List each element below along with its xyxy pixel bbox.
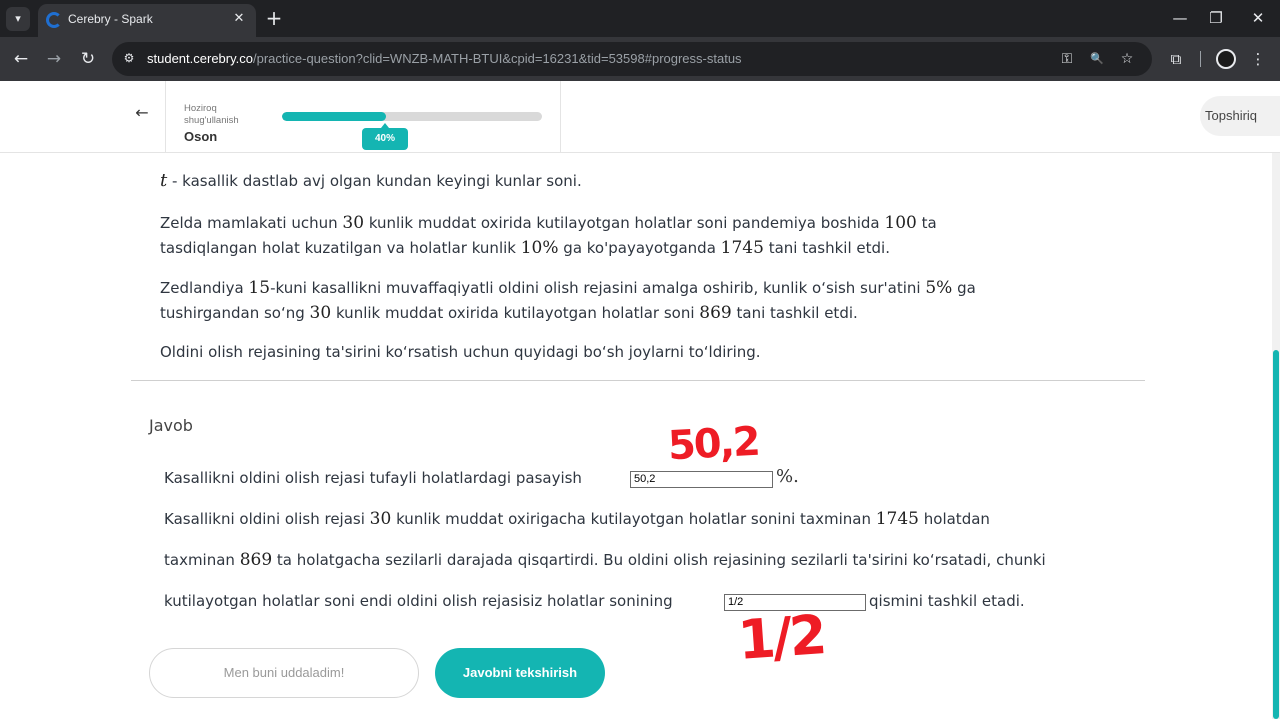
answer-line-4-end: qismini tashkil etadi. xyxy=(869,592,1025,610)
back-icon[interactable]: ← xyxy=(8,46,34,72)
percent-sign: %. xyxy=(776,466,799,487)
p1-num-100: 100 xyxy=(884,213,917,233)
tab-search-menu-icon[interactable]: ▾ xyxy=(6,7,30,31)
p1-text-f: tani tashkil etdi. xyxy=(763,239,890,257)
tab-close-icon[interactable]: ✕ xyxy=(230,10,248,28)
bookmark-star-icon[interactable]: ☆ xyxy=(1118,50,1136,68)
restore-icon[interactable]: ❐ xyxy=(1196,5,1236,31)
toolbar-separator xyxy=(1200,51,1201,67)
minimize-icon[interactable]: — xyxy=(1160,5,1200,31)
check-answer-button[interactable]: Javobni tekshirish xyxy=(435,648,605,698)
address-bar[interactable]: ⚙ student.cerebry.co/practice-question?c… xyxy=(112,42,1152,76)
browser-tab[interactable]: Cerebry - Spark ✕ xyxy=(38,4,256,37)
p2-num-30: 30 xyxy=(309,303,332,323)
profile-avatar[interactable] xyxy=(1216,49,1236,69)
question-content: t - kasallik dastlab avj olgan kundan ke… xyxy=(0,153,1272,719)
l2-text-b: kunlik muddat oxirigacha kutilayotgan ho… xyxy=(391,510,876,528)
answer-line-4: kutilayotgan holatlar soni endi oldini o… xyxy=(164,592,673,610)
p1-text-d: tasdiqlangan holat kuzatilgan va holatla… xyxy=(160,239,521,257)
url-text[interactable]: student.cerebry.co/practice-question?cli… xyxy=(147,51,742,66)
p2-num-15: 15 xyxy=(248,278,271,298)
answer-line-1: Kasallikni oldini olish rejasi tufayli h… xyxy=(164,469,582,487)
l2-text-a: Kasallikni oldini olish rejasi xyxy=(164,510,370,528)
l3-num-869: 869 xyxy=(239,550,273,570)
new-tab-icon[interactable]: + xyxy=(262,6,286,30)
progress-fill xyxy=(282,112,386,121)
answer-line-3: taxminan 869 ta holatgacha sezilarli dar… xyxy=(164,550,1046,570)
progress-label-line1: Hoziroq xyxy=(184,103,217,114)
browser-toolbar: ← → ↻ ⚙ student.cerebry.co/practice-ques… xyxy=(0,37,1280,81)
p1-text-e: ga ko'payayotganda xyxy=(558,239,721,257)
reduction-percent-input[interactable]: 50,2 xyxy=(630,471,773,488)
back-panel: ← xyxy=(0,81,166,153)
p2-text-a: Zedlandiya xyxy=(160,279,249,297)
favicon-icon xyxy=(46,12,62,28)
browser-tab-strip: ▾ Cerebry - Spark ✕ + — ❐ ✕ xyxy=(0,0,1280,37)
problem-paragraph-1: Zelda mamlakati uchun 30 kunlik muddat o… xyxy=(160,211,937,261)
problem-definition-t: t - kasallik dastlab avj olgan kundan ke… xyxy=(160,168,582,194)
handwritten-answer-2: 1/2 xyxy=(735,603,826,672)
p2-num-5pct: 5% xyxy=(925,278,953,298)
problem-instruction: Oldini olish rejasining ta'sirini ko‘rsa… xyxy=(160,343,761,361)
url-host: student.cerebry.co xyxy=(147,51,253,66)
zoom-icon[interactable]: 🔍 xyxy=(1088,50,1106,68)
l2-num-1745: 1745 xyxy=(875,509,919,529)
l2-text-c: holatdan xyxy=(919,510,990,528)
site-info-icon[interactable]: ⚙ xyxy=(121,50,137,66)
page-scrollbar[interactable] xyxy=(1272,153,1280,719)
p1-num-30: 30 xyxy=(342,213,365,233)
scrollbar-thumb[interactable] xyxy=(1273,350,1279,719)
p1-num-1745: 1745 xyxy=(720,238,764,258)
window-close-icon[interactable]: ✕ xyxy=(1238,5,1278,31)
answer-heading: Javob xyxy=(149,416,193,435)
password-key-icon[interactable]: ⚿ xyxy=(1058,50,1076,68)
p1-text-c: ta xyxy=(916,214,937,232)
p2-num-869: 869 xyxy=(699,303,732,323)
progress-track xyxy=(282,112,542,121)
url-path: /practice-question?clid=WNZB-MATH-BTUI&c… xyxy=(252,51,742,66)
answer-line-2: Kasallikni oldini olish rejasi 30 kunlik… xyxy=(164,509,990,529)
task-button[interactable]: Topshiriq xyxy=(1200,96,1280,136)
more-menu-icon[interactable]: ⋮ xyxy=(1246,47,1270,71)
p1-text-b: kunlik muddat oxirida kutilayotgan holat… xyxy=(364,214,885,232)
l3-text-a: taxminan xyxy=(164,551,240,569)
progress-label-line2: shug'ullanish xyxy=(184,115,239,126)
p1-num-10pct: 10% xyxy=(520,238,559,258)
p1-text-a: Zelda mamlakati uchun xyxy=(160,214,343,232)
l3-text-b: ta holatgacha sezilarli darajada qisqart… xyxy=(272,551,1046,569)
definition-text: - kasallik dastlab avj olgan kundan keyi… xyxy=(167,172,582,190)
l2-num-30: 30 xyxy=(369,509,392,529)
extensions-icon[interactable]: ⧉ xyxy=(1164,47,1188,71)
forward-icon[interactable]: → xyxy=(41,46,67,72)
progress-percent-badge: 40% xyxy=(362,123,408,150)
p2-text-f: tani tashkil etdi. xyxy=(731,304,858,322)
reload-icon[interactable]: ↻ xyxy=(75,46,101,72)
progress-panel: Hoziroq shug'ullanish Oson 40% xyxy=(166,81,561,153)
back-arrow-icon[interactable]: ← xyxy=(132,103,152,123)
practice-header: ← Hoziroq shug'ullanish Oson 40% Topshir… xyxy=(0,81,1280,153)
section-divider xyxy=(131,380,1145,381)
p2-text-e: kunlik muddat oxirida kutilayotgan holat… xyxy=(331,304,700,322)
handwritten-answer-1: 50,2 xyxy=(666,418,760,470)
difficulty-level: Oson xyxy=(184,129,218,144)
p2-text-d: tushirgandan so‘ng xyxy=(160,304,310,322)
tab-title: Cerebry - Spark xyxy=(68,12,153,26)
p2-text-c: ga xyxy=(952,279,976,297)
problem-paragraph-2: Zedlandiya 15-kuni kasallikni muvaffaqiy… xyxy=(160,276,976,326)
self-done-button[interactable]: Men buni uddaladim! xyxy=(149,648,419,698)
p2-text-b: -kuni kasallikni muvaffaqiyatli oldini o… xyxy=(270,279,926,297)
